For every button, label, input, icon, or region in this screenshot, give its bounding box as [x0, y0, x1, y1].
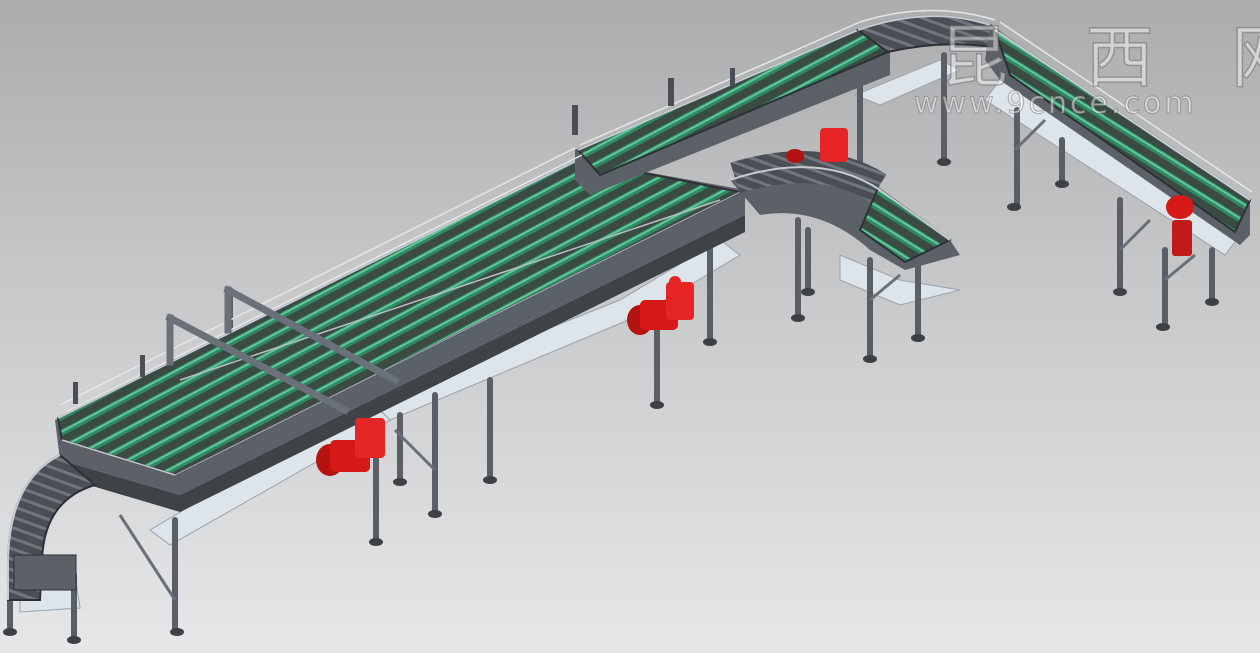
drive-motor-4	[1166, 195, 1194, 256]
left-curve-conveyor	[7, 453, 98, 601]
watermark-url: www.9cnce.com	[914, 86, 1197, 122]
cad-viewport[interactable]: 昆 西 网 www.9cnce.com	[0, 0, 1260, 653]
t-branch-conveyor	[729, 151, 960, 270]
drive-motor-5	[669, 276, 681, 288]
